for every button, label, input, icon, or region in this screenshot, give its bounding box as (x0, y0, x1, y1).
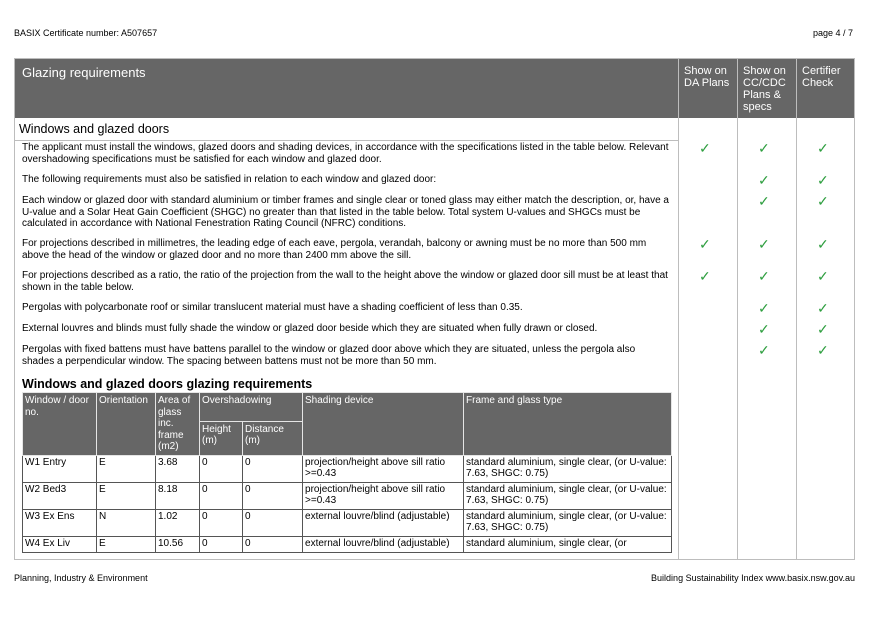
table-row: W2 Bed3 E 8.18 0 0 projection/height above si… (22, 481, 673, 510)
cell-shading: external louvre/blind (adjustable) (302, 508, 465, 537)
table-row: W1 Entry E 3.68 0 0 projection/height above s… (22, 454, 673, 483)
cell-area: 1.02 (155, 508, 200, 537)
footer-department: Planning, Industry & Environment (14, 573, 148, 583)
header-area-of-glass: Area of glass inc. frame (m2) (155, 392, 200, 456)
cell-height: 0 (199, 481, 243, 510)
check-icon-da: ✓ (699, 140, 711, 156)
column-header-da-plans: Show on DA Plans (684, 65, 730, 89)
section-title: Windows and glazed doors (19, 122, 170, 136)
check-icon-cc: ✓ (758, 193, 770, 209)
requirement-text: For projections described in millimetres… (22, 238, 647, 261)
cell-distance: 0 (241, 454, 304, 483)
cell-orientation: E (96, 454, 156, 483)
check-icon-cc: ✓ (758, 172, 770, 188)
check-icon-cc: ✓ (758, 321, 770, 337)
check-icon-cert: ✓ (817, 268, 829, 284)
requirement-text: Pergolas with polycarbonate roof or simi… (22, 302, 523, 313)
check-icon-cert: ✓ (817, 342, 829, 358)
column-divider (737, 59, 738, 559)
cell-area: 8.18 (155, 481, 200, 510)
cell-height: 0 (199, 535, 243, 553)
check-icon-cert: ✓ (817, 321, 829, 337)
cell-window: W3 Ex Ens (22, 508, 97, 537)
check-icon-cc: ✓ (758, 236, 770, 252)
cell-distance: 0 (241, 481, 304, 510)
section-divider (15, 140, 678, 141)
cell-frame: standard aluminium, single clear, (or U-… (463, 481, 673, 510)
requirement-text: Pergolas with fixed battens must have ba… (22, 344, 636, 367)
header-frame-and-glass-type: Frame and glass type (463, 392, 673, 456)
check-icon-cc: ✓ (758, 342, 770, 358)
page-number: page 4 / 7 (812, 28, 853, 38)
header-height: Height (m) (199, 420, 243, 456)
cell-shading: external louvre/blind (adjustable) (302, 535, 465, 553)
requirement-text: Each window or glazed door with standard… (22, 195, 669, 229)
table-row: W3 Ex Ens N 1.02 0 0 external louvre/blind (a… (22, 508, 673, 537)
cell-orientation: E (96, 535, 156, 553)
panel-header: Glazing requirements Show on DA Plans Sh… (15, 59, 854, 118)
cell-frame: standard aluminium, single clear, (or (463, 535, 673, 553)
cell-area: 3.68 (155, 454, 200, 483)
requirement-text: The applicant must install the windows, … (22, 142, 669, 165)
header-distance: Distance (m) (241, 420, 304, 456)
header-overshadowing: Overshadowing (198, 392, 304, 422)
check-icon-cert: ✓ (817, 193, 829, 209)
check-icon-da: ✓ (699, 268, 711, 284)
check-icon-cert: ✓ (817, 140, 829, 156)
check-icon-cc: ✓ (758, 300, 770, 316)
requirement-text: For projections described as a ratio, th… (22, 270, 668, 293)
check-icon-cc: ✓ (758, 268, 770, 284)
cell-orientation: E (96, 481, 156, 510)
footer-website: Building Sustainability Index www.basix.… (651, 573, 855, 583)
check-icon-cert: ✓ (817, 172, 829, 188)
header-shading-device: Shading device (302, 392, 465, 456)
cell-window: W1 Entry (22, 454, 97, 483)
cell-orientation: N (96, 508, 156, 537)
cell-height: 0 (199, 508, 243, 537)
requirement-text: The following requirements must also be … (22, 174, 437, 185)
glazing-requirements-panel: Glazing requirements Show on DA Plans Sh… (14, 58, 855, 560)
table-row: W4 Ex Liv E 10.56 0 0 external louvre/blind (… (22, 535, 673, 553)
cell-area: 10.56 (155, 535, 200, 553)
header-orientation: Orientation (96, 392, 156, 456)
requirement-text: External louvres and blinds must fully s… (22, 323, 598, 334)
cell-shading: projection/height above sill ratio >=0.4… (302, 481, 465, 510)
cell-frame: standard aluminium, single clear, (or U-… (463, 508, 673, 537)
check-icon-cert: ✓ (817, 236, 829, 252)
column-divider (796, 59, 797, 559)
cell-shading: projection/height above sill ratio >=0.4… (302, 454, 465, 483)
column-header-cc-cdc-plans: Show on CC/CDC Plans & specs (743, 65, 786, 113)
column-header-certifier-check: Certifier Check (802, 65, 841, 89)
check-icon-cert: ✓ (817, 300, 829, 316)
header-window-door-no: Window / door no. (22, 392, 97, 456)
column-divider (678, 59, 679, 559)
certificate-number: BASIX Certificate number: A507657 (14, 28, 158, 38)
panel-title: Glazing requirements (22, 65, 146, 80)
glazing-table-title: Windows and glazed doors glazing require… (22, 377, 313, 391)
cell-window: W4 Ex Liv (22, 535, 97, 553)
cell-height: 0 (199, 454, 243, 483)
glazing-table: Window / door no. Orientation Area of gl… (22, 392, 673, 553)
cell-frame: standard aluminium, single clear, (or U-… (463, 454, 673, 483)
cell-window: W2 Bed3 (22, 481, 97, 510)
check-icon-cc: ✓ (758, 140, 770, 156)
cell-distance: 0 (241, 508, 304, 537)
check-icon-da: ✓ (699, 236, 711, 252)
cell-distance: 0 (241, 535, 304, 553)
